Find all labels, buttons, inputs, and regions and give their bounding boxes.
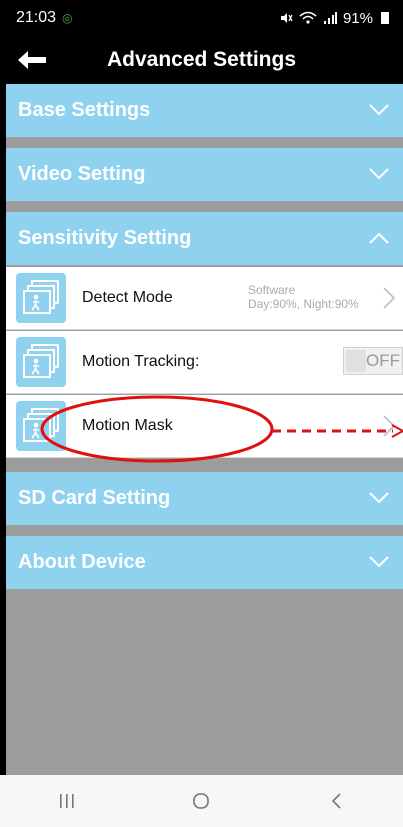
chevron-down-icon xyxy=(369,104,389,116)
section-sd-card-setting[interactable]: SD Card Setting xyxy=(6,472,403,525)
settings-list: Base Settings Video Setting Sensitivity … xyxy=(6,84,403,775)
section-label: About Device xyxy=(18,551,146,573)
section-sensitivity-setting[interactable]: Sensitivity Setting xyxy=(6,212,403,265)
motion-tracking-toggle[interactable]: OFF xyxy=(343,347,403,375)
section-about-device[interactable]: About Device xyxy=(6,536,403,589)
section-video-setting[interactable]: Video Setting xyxy=(6,148,403,201)
camera-frames-icon xyxy=(16,337,66,387)
battery-icon xyxy=(381,12,389,24)
mute-icon xyxy=(280,13,293,23)
battery-percent: 91% xyxy=(342,9,373,27)
page-title: Advanced Settings xyxy=(106,48,297,71)
row-motion-mask[interactable]: Motion Mask xyxy=(6,395,403,458)
row-label: Motion Mask xyxy=(82,417,173,434)
back-button[interactable] xyxy=(306,781,366,821)
section-base-settings[interactable]: Base Settings xyxy=(6,84,403,137)
detect-mode-value: Software Day:90%, Night:90% xyxy=(248,283,359,311)
system-nav-bar xyxy=(0,775,403,827)
status-time: 21:03 xyxy=(16,9,57,26)
chevron-down-icon xyxy=(369,556,389,568)
section-label: SD Card Setting xyxy=(18,487,171,509)
status-icons: 91% xyxy=(279,10,389,27)
chevron-right-icon xyxy=(383,287,395,309)
value-line: Day:90%, Night:90% xyxy=(248,297,359,311)
row-detect-mode[interactable]: Detect Mode Software Day:90%, Night:90% xyxy=(6,267,403,330)
section-label: Base Settings xyxy=(18,99,151,121)
row-motion-tracking: Motion Tracking: OFF xyxy=(6,331,403,394)
chevron-right-icon xyxy=(383,415,395,437)
chevron-down-icon xyxy=(369,492,389,504)
back-arrow-icon[interactable] xyxy=(16,50,48,70)
row-label: Detect Mode xyxy=(82,289,173,306)
section-label: Sensitivity Setting xyxy=(18,227,192,249)
recent-apps-icon xyxy=(60,794,74,808)
camera-frames-icon xyxy=(16,273,66,323)
value-line: Software xyxy=(248,283,296,297)
app-header: Advanced Settings xyxy=(0,36,403,84)
section-label: Video Setting xyxy=(18,163,146,185)
alarm-icon: ◎ xyxy=(62,11,73,25)
toggle-state: OFF xyxy=(366,351,400,370)
signal-icon xyxy=(323,12,337,24)
chevron-up-icon xyxy=(369,232,389,244)
row-label: Motion Tracking: xyxy=(82,353,200,370)
wifi-icon xyxy=(299,11,317,24)
back-icon xyxy=(331,793,341,809)
home-button[interactable] xyxy=(171,781,231,821)
chevron-down-icon xyxy=(369,168,389,180)
status-bar: 21:03 ◎ 91% xyxy=(0,0,403,36)
recent-apps-button[interactable] xyxy=(37,781,97,821)
home-icon xyxy=(193,793,210,809)
toggle-knob xyxy=(346,350,366,372)
camera-frames-icon xyxy=(16,401,66,451)
